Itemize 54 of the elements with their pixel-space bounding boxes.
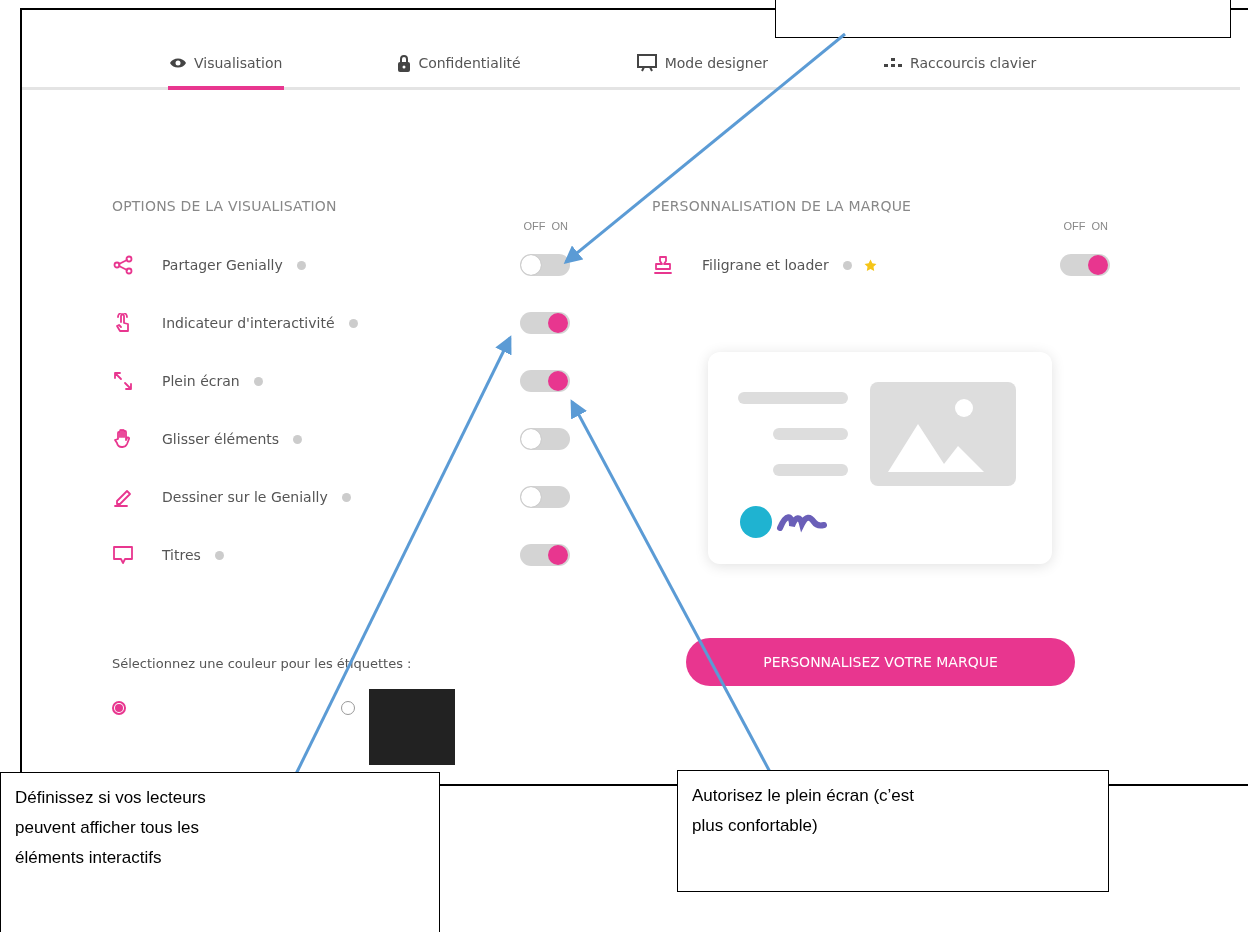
option-label: Titres [162,547,201,563]
toggle-knob[interactable] [521,487,541,507]
radio-button[interactable] [112,701,126,715]
off-label: OFF [523,220,546,234]
toggle-switch[interactable] [520,544,570,566]
pencil-icon [113,487,133,507]
dots-icon [884,58,903,68]
tab[interactable]: Raccourcis clavier [882,40,1039,90]
option-label: Filigrane et loader [702,257,829,273]
hand-icon [113,429,133,449]
toggle-knob[interactable] [548,371,568,391]
toggle-switch[interactable] [520,486,570,508]
stamp-icon [653,255,673,275]
info-icon [296,260,306,270]
callout-text: Définissez si vos lecteurs peuvent afficher tous les éléments interactifs [15,787,207,869]
tab[interactable]: Visualisation [168,40,285,90]
tab[interactable]: Confidentialité [396,40,523,90]
toggle-knob[interactable] [548,313,568,333]
info-icon [293,434,303,444]
info-icon [348,318,358,328]
tab[interactable]: Mode designer [634,40,771,90]
toggle-knob[interactable] [1088,255,1108,275]
toggle-switch[interactable] [1060,254,1110,276]
toggle-switch[interactable] [520,254,570,276]
info-icon [842,260,852,270]
option-label: Partager Genially [162,257,283,273]
monitor-icon [636,54,657,72]
section-title: OPTIONS DE LA VISUALISATION [112,198,338,216]
toggle-switch[interactable] [520,370,570,392]
option-label: Dessiner sur le Genially [162,489,328,505]
speech-bubble-icon [113,545,133,565]
on-label: ON [551,220,568,234]
brand-button[interactable]: PERSONNALISEZ VOTRE MARQUE [686,638,1075,686]
section-title: PERSONNALISATION DE LA MARQUE [652,198,913,216]
radio-button[interactable] [341,701,355,715]
option-label: Plein écran [162,373,240,389]
lock-icon [398,54,411,72]
toggle-knob[interactable] [521,255,541,275]
color-swatch[interactable] [369,689,455,765]
option-label: Indicateur d'interactivité [162,315,335,331]
off-label: OFF [1063,220,1086,234]
share-icon [113,255,133,275]
info-icon [341,492,351,502]
callout-text: Autorisez le plein écran (c’est plus confortable) [692,785,916,837]
toggle-switch[interactable] [520,428,570,450]
toggle-knob[interactable] [521,429,541,449]
expand-icon [113,371,133,391]
eye-icon [170,57,186,69]
option-label: Glisser éléments [162,431,280,447]
toggle-switch[interactable] [520,312,570,334]
info-icon [214,550,224,560]
info-icon [253,376,263,386]
on-label: ON [1091,220,1108,234]
toggle-knob[interactable] [548,545,568,565]
